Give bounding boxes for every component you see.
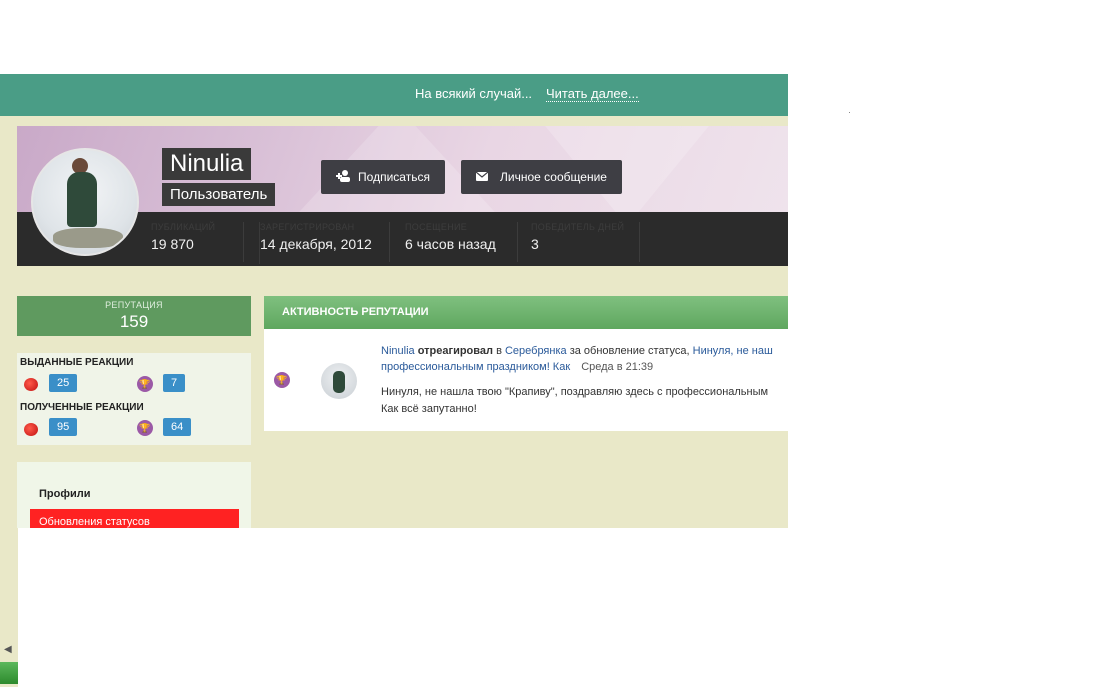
reactions-panel: ВЫДАННЫЕ РЕАКЦИИ 25 🏆 7 ПОЛУЧЕННЫЕ РЕАКЦ… <box>17 353 251 445</box>
start-button-icon[interactable] <box>0 662 18 684</box>
avatar[interactable] <box>321 363 357 399</box>
given-trophy-count[interactable]: 7 <box>163 374 186 392</box>
activity-title: АКТИВНОСТЬ РЕПУТАЦИИ <box>264 296 788 329</box>
follow-label: Подписаться <box>358 170 430 184</box>
stat-posts: Публикаций 19 870 <box>151 222 243 264</box>
stat-label: Посещение <box>405 222 468 232</box>
stat-label: Победитель дней <box>531 222 625 232</box>
reputation-value: 159 <box>119 312 149 331</box>
follow-button[interactable]: Подписаться <box>321 160 445 194</box>
trophy-icon: 🏆 <box>274 372 290 388</box>
target-user-link[interactable]: Серебрянка <box>505 345 567 357</box>
announcement-bar: На всякий случай... Читать далее... <box>0 74 788 116</box>
received-reactions-title: ПОЛУЧЕННЫЕ РЕАКЦИИ <box>20 402 144 413</box>
stat-value: 14 декабря, 2012 <box>260 236 372 252</box>
stat-day-winner: Победитель дней 3 <box>531 222 651 264</box>
stat-label: Зарегистрирован <box>260 222 355 232</box>
message-button[interactable]: Личное сообщение <box>461 160 622 194</box>
status-link-continued[interactable]: профессиональным праздником! Как <box>381 361 570 373</box>
reputation-label: РЕПУТАЦИЯ <box>105 300 163 310</box>
activity-time: Среда в 21:39 <box>581 361 654 373</box>
status-link[interactable]: Нинуля, не наш <box>693 345 773 357</box>
envelope-icon <box>475 170 489 184</box>
user-plus-icon <box>336 169 352 185</box>
profile-page: Ninulia Пользователь Подписаться Личное … <box>0 116 788 528</box>
profile-name: Ninulia <box>162 148 252 180</box>
body-line: Нинуля, не нашла твою "Крапиву", поздрав… <box>381 386 769 398</box>
avatar[interactable] <box>31 148 139 256</box>
activity-line-2: профессиональным праздником! Как Среда в… <box>381 359 653 375</box>
action-text: отреагировал <box>417 345 493 357</box>
tomato-icon <box>24 378 38 391</box>
profile-role: Пользователь <box>162 183 276 206</box>
trophy-icon: 🏆 <box>137 376 153 392</box>
profiles-menu: Профили Обновления статусов <box>17 462 251 528</box>
menu-item-status-updates[interactable]: Обновления статусов <box>30 509 239 528</box>
body-line: Как всё запутанно! <box>381 403 477 415</box>
in-word: в <box>496 345 502 357</box>
stat-last-visit: Посещение 6 часов назад <box>405 222 517 264</box>
stat-value: 6 часов назад <box>405 236 496 252</box>
announcement-text: На всякий случай... <box>415 86 533 101</box>
for-text: за обновление статуса, <box>569 345 690 357</box>
stat-registered: Зарегистрирован 14 декабря, 2012 <box>259 222 390 264</box>
tomato-icon <box>24 423 38 436</box>
stat-label: Публикаций <box>151 222 216 232</box>
reputation-box: РЕПУТАЦИЯ 159 <box>17 296 251 336</box>
activity-line: Ninulia отреагировал в Серебрянка за обн… <box>381 343 788 359</box>
trophy-icon: 🏆 <box>137 420 153 436</box>
message-label: Личное сообщение <box>500 170 607 184</box>
received-like-count[interactable]: 95 <box>49 418 78 436</box>
read-more-link[interactable]: Читать далее... <box>546 86 639 102</box>
stat-value: 3 <box>531 236 539 252</box>
stat-value: 19 870 <box>151 236 194 252</box>
profiles-menu-title: Профили <box>39 488 91 500</box>
profile-header: Ninulia Пользователь Подписаться Личное … <box>17 126 788 266</box>
received-trophy-count[interactable]: 64 <box>163 418 192 436</box>
given-like-count[interactable]: 25 <box>49 374 78 392</box>
actor-link[interactable]: Ninulia <box>381 345 415 357</box>
reputation-activity: АКТИВНОСТЬ РЕПУТАЦИИ 🏆 Ninulia отреагиро… <box>264 296 788 431</box>
scroll-left-icon[interactable]: ◀ <box>4 644 12 655</box>
given-reactions-title: ВЫДАННЫЕ РЕАКЦИИ <box>20 357 134 368</box>
activity-body: Нинуля, не нашла твою "Крапиву", поздрав… <box>381 384 788 418</box>
